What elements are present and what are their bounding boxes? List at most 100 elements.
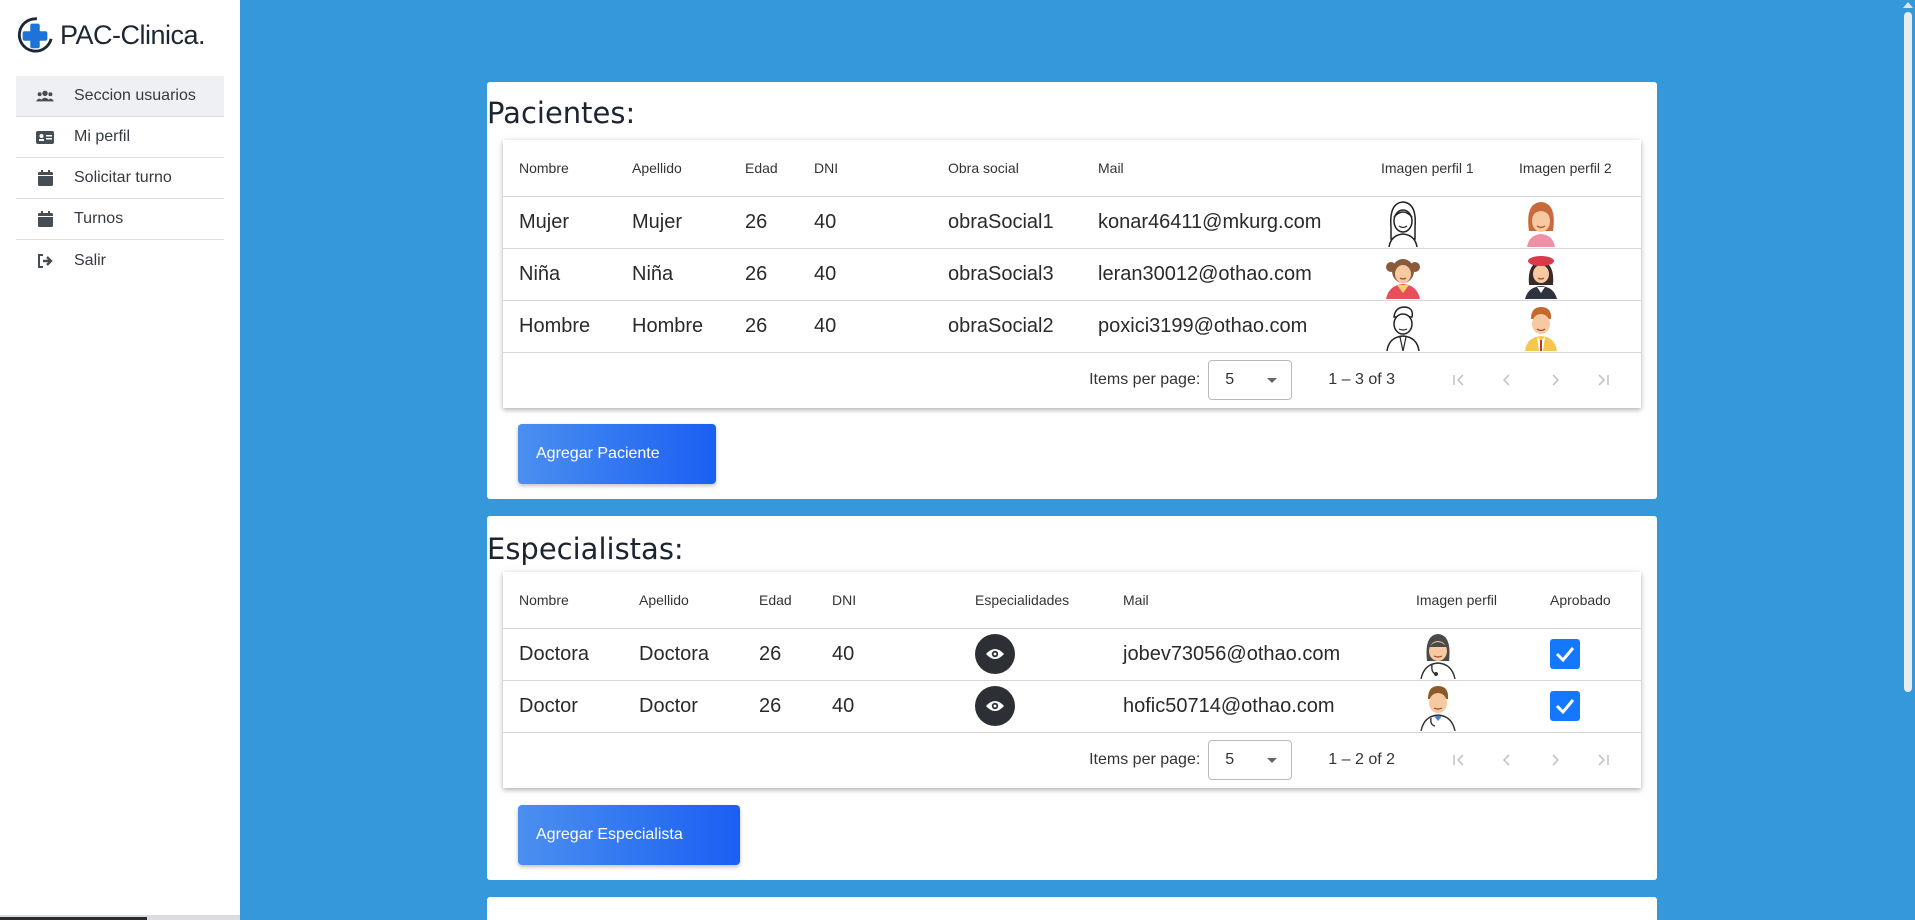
column-header[interactable]: Mail xyxy=(1107,572,1400,629)
page-scrollbar[interactable] xyxy=(1900,0,1915,920)
page-range-label: 1 – 3 of 3 xyxy=(1328,371,1395,388)
cell-edad: 26 xyxy=(729,248,798,301)
pacientes-table: Nombre Apellido Edad DNI Obra social Mai… xyxy=(503,140,1641,408)
cell-especialidades xyxy=(959,628,1107,681)
sidebar-item-label: Solicitar turno xyxy=(74,169,172,186)
pacientes-card: Pacientes: Nombre Apellido Edad DNI Obra… xyxy=(487,82,1657,499)
table-header-row: Nombre Apellido Edad DNI Obra social Mai… xyxy=(503,140,1641,197)
table-header-row: Nombre Apellido Edad DNI Especialidades … xyxy=(503,572,1641,629)
caret-down-icon xyxy=(1267,378,1278,383)
cell-apellido: Doctor xyxy=(623,680,743,733)
cell-nombre: Niña xyxy=(503,248,616,301)
cell-obra-social: obraSocial3 xyxy=(932,248,1082,301)
column-header[interactable]: Obra social xyxy=(932,140,1082,197)
sidebar-item-label: Mi perfil xyxy=(74,128,131,145)
cell-edad: 26 xyxy=(743,680,816,733)
table-row[interactable]: Hombre Hombre 26 40 obraSocial2 poxici31… xyxy=(503,300,1641,353)
especialistas-title: Especialistas: xyxy=(487,532,684,566)
sidebar-item-mi-perfil[interactable]: Mi perfil xyxy=(16,117,224,158)
sidebar-item-salir[interactable]: Salir xyxy=(16,240,224,281)
cell-imagen xyxy=(1400,628,1534,681)
column-header[interactable]: Aprobado xyxy=(1534,572,1641,629)
first-page-icon[interactable] xyxy=(1435,360,1483,400)
cell-obra-social: obraSocial2 xyxy=(932,300,1082,353)
column-header[interactable]: Nombre xyxy=(503,140,616,197)
especialistas-table: Nombre Apellido Edad DNI Especialidades … xyxy=(503,572,1641,788)
cell-aprobado xyxy=(1534,680,1641,733)
column-header[interactable]: Mail xyxy=(1082,140,1365,197)
woman-avatar-icon xyxy=(1527,202,1555,247)
column-header[interactable]: Apellido xyxy=(616,140,729,197)
next-page-icon[interactable] xyxy=(1531,360,1579,400)
scroll-up-arrow-icon[interactable] xyxy=(1903,2,1913,8)
table-row[interactable]: Doctor Doctor 26 40 hofic50714@othao.com xyxy=(503,680,1641,733)
doctor-man-avatar-icon xyxy=(1420,686,1456,731)
page-size-select[interactable]: 5 xyxy=(1208,740,1293,780)
column-header[interactable]: Nombre xyxy=(503,572,623,629)
sidebar-item-label: Seccion usuarios xyxy=(74,87,196,104)
sign-out-icon xyxy=(36,252,54,270)
scroll-thumb[interactable] xyxy=(1904,12,1912,692)
last-page-icon[interactable] xyxy=(1579,740,1627,780)
items-per-page-label: Items per page: xyxy=(1089,371,1201,388)
cell-apellido: Hombre xyxy=(616,300,729,353)
eye-icon xyxy=(986,701,1004,711)
woman-beret-avatar-icon xyxy=(1525,256,1557,299)
cell-imagen-2 xyxy=(1503,196,1641,249)
cell-mail: leran30012@othao.com xyxy=(1082,248,1365,301)
cell-imagen-1 xyxy=(1365,196,1503,249)
column-header[interactable]: Edad xyxy=(743,572,816,629)
next-page-icon[interactable] xyxy=(1531,740,1579,780)
first-page-icon[interactable] xyxy=(1435,740,1483,780)
checkmark-icon xyxy=(1555,699,1575,714)
cell-imagen-1 xyxy=(1365,300,1503,353)
cell-dni: 40 xyxy=(798,248,932,301)
column-header[interactable]: Apellido xyxy=(623,572,743,629)
add-especialista-button[interactable]: Agregar Especialista xyxy=(518,805,740,865)
view-especialidades-button[interactable] xyxy=(975,686,1015,726)
add-paciente-button[interactable]: Agregar Paciente xyxy=(518,424,716,484)
cell-apellido: Niña xyxy=(616,248,729,301)
cell-nombre: Doctora xyxy=(503,628,623,681)
table-row[interactable]: Doctora Doctora 26 40 jobev73056@othao.c… xyxy=(503,628,1641,681)
pacientes-title: Pacientes: xyxy=(487,96,636,130)
girl-avatar-icon xyxy=(1386,259,1420,299)
table-row[interactable]: Niña Niña 26 40 obraSocial3 leran30012@o… xyxy=(503,248,1641,301)
sidebar-item-solicitar-turno[interactable]: Solicitar turno xyxy=(16,158,224,199)
sidebar-item-label: Salir xyxy=(74,251,107,269)
view-especialidades-button[interactable] xyxy=(975,634,1015,674)
pacientes-paginator: Items per page: 5 1 – 3 of 3 xyxy=(503,353,1641,408)
sidebar-item-seccion-usuarios[interactable]: Seccion usuarios xyxy=(16,76,224,117)
table-row[interactable]: Mujer Mujer 26 40 obraSocial1 konar46411… xyxy=(503,196,1641,249)
last-page-icon[interactable] xyxy=(1579,360,1627,400)
column-header[interactable]: Imagen perfil 2 xyxy=(1503,140,1641,197)
cell-dni: 40 xyxy=(816,628,959,681)
page-size-select[interactable]: 5 xyxy=(1208,360,1293,400)
sidebar: PAC-Clinica. Seccion usuarios Mi perfil … xyxy=(0,0,240,920)
column-header[interactable]: Imagen perfil 1 xyxy=(1365,140,1503,197)
column-header[interactable]: Especialidades xyxy=(959,572,1107,629)
woman-outline-avatar-icon xyxy=(1388,201,1418,247)
sidebar-item-turnos[interactable]: Turnos xyxy=(16,199,224,240)
cell-imagen-2 xyxy=(1503,300,1641,353)
cell-mail: hofic50714@othao.com xyxy=(1107,680,1400,733)
man-outline-avatar-icon xyxy=(1386,306,1420,351)
previous-page-icon[interactable] xyxy=(1483,360,1531,400)
aprobado-checkbox[interactable] xyxy=(1550,639,1580,669)
column-header[interactable]: Edad xyxy=(729,140,798,197)
cell-edad: 26 xyxy=(729,196,798,249)
cell-mail: jobev73056@othao.com xyxy=(1107,628,1400,681)
especialistas-card: Especialistas: Nombre Apellido Edad DNI … xyxy=(487,516,1657,880)
aprobado-checkbox[interactable] xyxy=(1550,691,1580,721)
cell-nombre: Mujer xyxy=(503,196,616,249)
column-header[interactable]: DNI xyxy=(816,572,959,629)
next-card xyxy=(487,897,1657,920)
app-logo[interactable]: PAC-Clinica. xyxy=(16,14,206,56)
cell-imagen xyxy=(1400,680,1534,733)
sidebar-nav: Seccion usuarios Mi perfil Solicitar tur… xyxy=(16,76,224,281)
column-header[interactable]: Imagen perfil xyxy=(1400,572,1534,629)
previous-page-icon[interactable] xyxy=(1483,740,1531,780)
sidebar-item-label: Turnos xyxy=(74,210,124,227)
column-header[interactable]: DNI xyxy=(798,140,932,197)
especialistas-paginator: Items per page: 5 1 – 2 of 2 xyxy=(503,733,1641,788)
